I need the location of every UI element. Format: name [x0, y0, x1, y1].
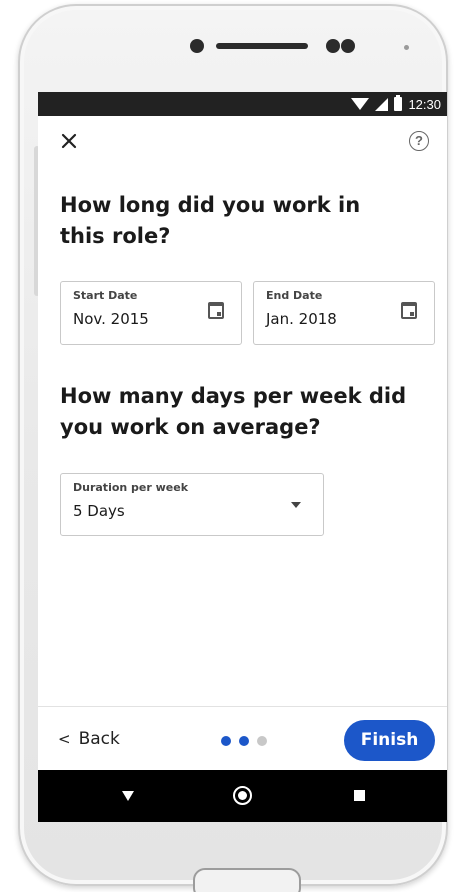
- sensor-icon: [341, 39, 355, 53]
- question-work-duration: How long did you work in this role?: [60, 193, 361, 248]
- nav-home-icon[interactable]: [233, 786, 252, 805]
- end-date-label: End Date: [266, 289, 323, 302]
- step-dot: [221, 736, 231, 746]
- nav-recent-icon[interactable]: [354, 790, 365, 801]
- nav-back-icon[interactable]: [122, 791, 134, 801]
- wifi-icon: [351, 98, 370, 110]
- proximity-sensor-icon: [404, 45, 409, 50]
- calendar-icon[interactable]: [401, 302, 417, 319]
- status-time: 12:30: [408, 96, 441, 112]
- back-button[interactable]: < Back: [58, 729, 120, 749]
- finish-button[interactable]: Finish: [344, 720, 435, 761]
- close-icon[interactable]: [58, 130, 80, 152]
- chevron-left-icon: <: [58, 730, 71, 748]
- sensor-icon: [326, 39, 340, 53]
- signal-icon: [375, 97, 389, 111]
- battery-icon: [394, 95, 403, 111]
- front-camera-icon: [190, 39, 204, 53]
- end-date-field[interactable]: End Date Jan. 2018: [253, 281, 435, 345]
- end-date-value: Jan. 2018: [266, 310, 337, 328]
- phone-home-button[interactable]: [193, 868, 301, 892]
- step-dot: [239, 736, 249, 746]
- earpiece-speaker: [216, 43, 308, 49]
- top-bar: ?: [38, 116, 447, 172]
- duration-value: 5 Days: [73, 502, 125, 520]
- step-indicator: [221, 736, 267, 746]
- start-date-field[interactable]: Start Date Nov. 2015: [60, 281, 242, 345]
- calendar-icon[interactable]: [208, 302, 224, 319]
- duration-select[interactable]: Duration per week 5 Days: [60, 473, 324, 536]
- step-dot: [257, 736, 267, 746]
- start-date-value: Nov. 2015: [73, 310, 149, 328]
- dropdown-caret-icon[interactable]: [291, 502, 301, 508]
- help-icon[interactable]: ?: [409, 131, 429, 151]
- question-days-per-week: How many days per week did you work on a…: [60, 384, 407, 439]
- start-date-label: Start Date: [73, 289, 138, 302]
- status-icons: 12:30: [351, 95, 441, 113]
- duration-label: Duration per week: [73, 481, 189, 494]
- footer-bar: < Back Finish: [38, 706, 447, 770]
- back-label: Back: [78, 729, 120, 749]
- android-nav-bar: [38, 770, 447, 822]
- status-bar: 12:30: [38, 92, 447, 116]
- app-screen: 12:30 ? How long did you work in this ro…: [38, 92, 447, 822]
